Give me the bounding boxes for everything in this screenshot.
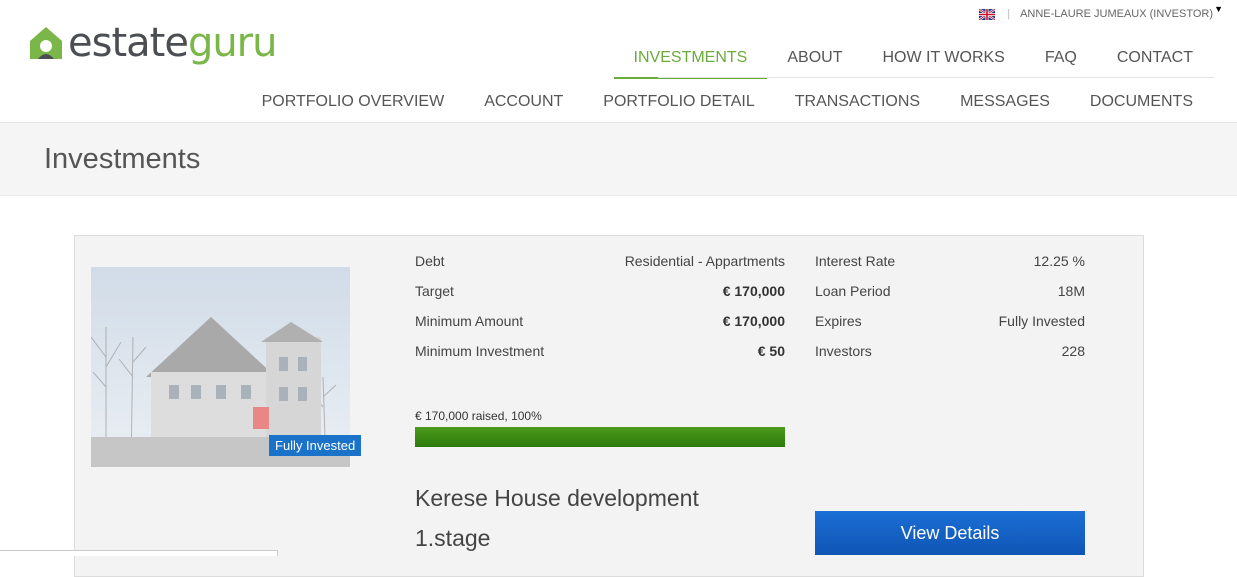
page-title: Investments — [44, 143, 201, 175]
bottom-panel-edge — [0, 550, 278, 556]
detail-label-expires: Expires — [815, 313, 862, 329]
main-nav-faq[interactable]: FAQ — [1025, 46, 1097, 79]
user-bar-divider: | — [1007, 8, 1011, 20]
sub-nav-portfolio-detail[interactable]: PORTFOLIO DETAIL — [583, 91, 774, 113]
nav-divider — [658, 77, 1214, 78]
logo-text-part2: guru — [187, 20, 278, 66]
detail-value-loan-period: 18M — [1057, 283, 1085, 299]
detail-value-minimum-investment: € 50 — [757, 343, 785, 359]
main-nav-investments[interactable]: INVESTMENTS — [613, 46, 768, 79]
sub-nav-account[interactable]: ACCOUNT — [464, 91, 583, 113]
fully-invested-badge: Fully Invested — [269, 435, 362, 456]
funding-progress-bar — [415, 427, 785, 447]
detail-value-target: € 170,000 — [722, 283, 785, 299]
detail-label-interest-rate: Interest Rate — [815, 253, 896, 269]
sub-nav: PORTFOLIO OVERVIEW ACCOUNT PORTFOLIO DET… — [242, 91, 1213, 113]
detail-value-interest-rate: 12.25 % — [1033, 253, 1085, 269]
view-details-button[interactable]: View Details — [815, 511, 1085, 555]
detail-label-loan-period: Loan Period — [815, 283, 891, 299]
sub-nav-messages[interactable]: MESSAGES — [940, 91, 1070, 113]
user-name-link[interactable]: ANNE-LAURE JUMEAUX (INVESTOR) — [1020, 8, 1213, 20]
estateguru-logo[interactable]: estateguru — [28, 18, 278, 68]
caret-down-icon[interactable]: ▼ — [1214, 4, 1223, 14]
main-nav-contact[interactable]: CONTACT — [1097, 46, 1213, 79]
detail-value-minimum-amount: € 170,000 — [722, 313, 785, 329]
main-nav: INVESTMENTS ABOUT HOW IT WORKS FAQ CONTA… — [613, 46, 1213, 79]
detail-value-debt: Residential - Appartments — [624, 253, 785, 269]
sub-nav-transactions[interactable]: TRANSACTIONS — [775, 91, 940, 113]
detail-label-target: Target — [415, 283, 454, 299]
detail-label-investors: Investors — [815, 343, 872, 359]
logo-wordmark: estateguru — [68, 20, 278, 66]
logo-text-part1: estate — [68, 20, 189, 66]
detail-label-minimum-amount: Minimum Amount — [415, 313, 524, 329]
funding-progress-fill — [415, 427, 785, 447]
uk-flag-icon[interactable] — [979, 8, 996, 20]
house-logo-icon — [30, 27, 62, 59]
progress-label: € 170,000 raised, 100% — [415, 409, 542, 423]
main-nav-how-it-works[interactable]: HOW IT WORKS — [862, 46, 1024, 79]
detail-value-investors: 228 — [1061, 343, 1085, 359]
user-bar: | ANNE-LAURE JUMEAUX (INVESTOR) ▼ — [979, 4, 1223, 20]
sub-nav-portfolio-overview[interactable]: PORTFOLIO OVERVIEW — [242, 91, 465, 113]
sub-nav-documents[interactable]: DOCUMENTS — [1070, 91, 1213, 113]
project-title[interactable]: Kerese House development 1.stage — [415, 478, 745, 558]
main-nav-about[interactable]: ABOUT — [767, 46, 862, 79]
detail-label-debt: Debt — [415, 253, 445, 269]
detail-label-minimum-investment: Minimum Investment — [415, 343, 545, 359]
detail-value-expires: Fully Invested — [998, 313, 1085, 329]
